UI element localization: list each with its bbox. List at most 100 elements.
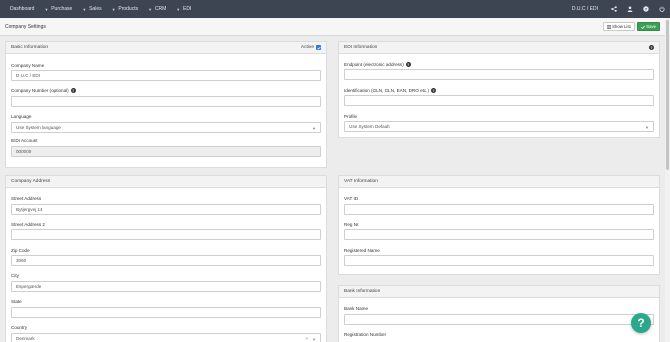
city-field[interactable]: Espergærde — [11, 281, 321, 292]
show-list-label: Show List — [612, 24, 631, 29]
street-address-2-label: Street Address 2 — [11, 222, 45, 227]
page-header: Company Settings Show List Save — [0, 18, 665, 36]
vat-information-panel: VAT Information VAT ID Reg Nr. Registere… — [338, 175, 660, 275]
company-address-header: Company Address — [6, 176, 326, 188]
help-circle-icon[interactable]: ? — [70, 88, 76, 93]
registered-name-label: Registered Name — [344, 248, 380, 253]
reg-nr-field[interactable] — [344, 229, 654, 240]
page-title: Company Settings — [5, 23, 46, 30]
nav-purchase[interactable]: ▼ Purchase — [38, 0, 76, 18]
edi-information-panel: EDI Information ? Endpoint (electronic a… — [338, 41, 660, 138]
share-icon[interactable] — [606, 0, 622, 18]
company-name-label: Company Name — [11, 63, 45, 68]
page-scrollbar[interactable] — [665, 18, 670, 342]
panel-title: VAT Information — [344, 179, 378, 184]
registered-name-field[interactable] — [344, 255, 654, 266]
power-icon[interactable] — [654, 0, 670, 18]
caret-down-icon: ▼ — [111, 6, 116, 12]
nav-sales[interactable]: ▼ Sales — [76, 0, 105, 18]
active-checkbox[interactable] — [316, 45, 321, 50]
basic-information-header: Basic Information Active — [6, 42, 326, 54]
save-label: Save — [646, 24, 656, 29]
caret-down-icon: ▼ — [44, 6, 49, 12]
bank-name-label: Bank Name — [344, 306, 369, 311]
vat-information-header: VAT Information — [339, 176, 659, 188]
nav-purchase-label: Purchase — [51, 6, 73, 12]
state-field[interactable] — [11, 307, 321, 318]
identification-field[interactable] — [344, 95, 654, 106]
nav-edi[interactable]: ▼ EDI — [170, 0, 195, 18]
street-address-2-field[interactable] — [11, 229, 321, 240]
nav-products[interactable]: ▼ Products — [106, 0, 142, 18]
language-label: Language — [11, 114, 32, 119]
vat-id-label: VAT ID — [344, 196, 359, 201]
bank-information-header: Bank Information — [339, 286, 659, 298]
top-navbar: Dashboard ▼ Purchase ▼ Sales ▼ Products … — [0, 0, 670, 18]
nav-dashboard[interactable]: Dashboard — [0, 0, 38, 18]
profile-label: Profile — [344, 114, 358, 119]
identification-label: Identification (GLN, GLN, EAN, DRO etc.)… — [344, 88, 437, 93]
help-circle-icon[interactable]: ? — [431, 88, 437, 93]
help-circle-icon[interactable]: ? — [649, 45, 654, 50]
endpoint-label: Endpoint (electronic address)? — [344, 62, 411, 67]
nav-sales-label: Sales — [89, 6, 102, 12]
street-address-field[interactable]: Bytjergvej 14 — [11, 204, 321, 215]
user-icon[interactable] — [622, 0, 638, 18]
country-select[interactable]: Denmark × ▼ — [11, 333, 321, 342]
nav-edi-label: EDI — [182, 6, 192, 12]
endpoint-label-text: Endpoint (electronic address) — [344, 62, 404, 67]
check-icon — [640, 25, 645, 29]
iedi-account-field: 000000 — [11, 146, 321, 157]
chevron-down-icon: ▼ — [312, 337, 316, 342]
basic-information-panel: Basic Information Active Company Name D.… — [5, 41, 327, 168]
profile-select[interactable]: Use System Default ▼ — [344, 121, 654, 132]
help-icon[interactable]: ? — [638, 0, 654, 18]
language-select[interactable]: Use System language ▼ — [11, 122, 321, 133]
identification-label-text: Identification (GLN, GLN, EAN, DRO etc.) — [344, 88, 430, 93]
city-label: City — [11, 273, 19, 278]
edi-information-header: EDI Information ? — [339, 42, 659, 54]
show-list-button[interactable]: Show List — [602, 22, 635, 31]
nav-dashboard-label: Dashboard — [10, 6, 35, 12]
header-actions: Show List Save — [602, 22, 665, 31]
active-label: Active — [300, 45, 314, 50]
nav-right: D.U.C / EDI ? — [564, 0, 670, 18]
country-label: Country — [11, 325, 28, 330]
profile-selected-value: Use System Default — [349, 124, 390, 129]
company-address-panel: Company Address Street Address Bytjergve… — [5, 175, 327, 342]
floating-help-button[interactable]: ? — [631, 313, 651, 333]
language-selected-value: Use System language — [16, 125, 61, 130]
zip-code-field[interactable]: 3060 — [11, 255, 321, 266]
panel-title: Bank Information — [344, 289, 381, 294]
list-icon — [606, 24, 611, 29]
panel-title: Company Address — [11, 179, 51, 184]
company-switcher[interactable]: D.U.C / EDI — [564, 6, 606, 12]
nav-products-label: Products — [118, 6, 139, 12]
company-number-label: Company Number (optional)? — [11, 88, 76, 93]
company-number-field[interactable] — [11, 96, 321, 107]
company-name-field[interactable]: D.U.C / EDI — [11, 70, 321, 81]
reg-nr-label: Reg Nr. — [344, 222, 360, 227]
company-number-label-text: Company Number (optional) — [11, 88, 69, 93]
help-circle-icon[interactable]: ? — [405, 62, 411, 67]
state-label: State — [11, 299, 22, 304]
clear-icon[interactable]: × — [305, 336, 308, 341]
panel-title: Basic Information — [11, 45, 49, 50]
scrollbar-thumb[interactable] — [666, 20, 669, 170]
question-mark-icon: ? — [637, 316, 645, 330]
save-button[interactable]: Save — [636, 22, 660, 31]
chevron-down-icon: ▼ — [645, 125, 649, 130]
iedi-account-label: IEDI Account — [11, 138, 38, 143]
vat-id-field[interactable] — [344, 204, 654, 215]
country-selected-value: Denmark — [16, 336, 35, 341]
bank-name-field[interactable] — [344, 314, 654, 325]
panel-title: EDI Information — [344, 45, 378, 50]
street-address-label: Street Address — [11, 196, 42, 201]
registration-number-label: Registration Number — [344, 332, 387, 337]
zip-code-label: Zip Code — [11, 248, 30, 253]
check-icon — [316, 46, 321, 50]
caret-down-icon: ▼ — [176, 6, 181, 12]
caret-down-icon: ▼ — [82, 6, 87, 12]
endpoint-field[interactable] — [344, 69, 654, 80]
nav-crm[interactable]: ▼ CRM — [142, 0, 170, 18]
